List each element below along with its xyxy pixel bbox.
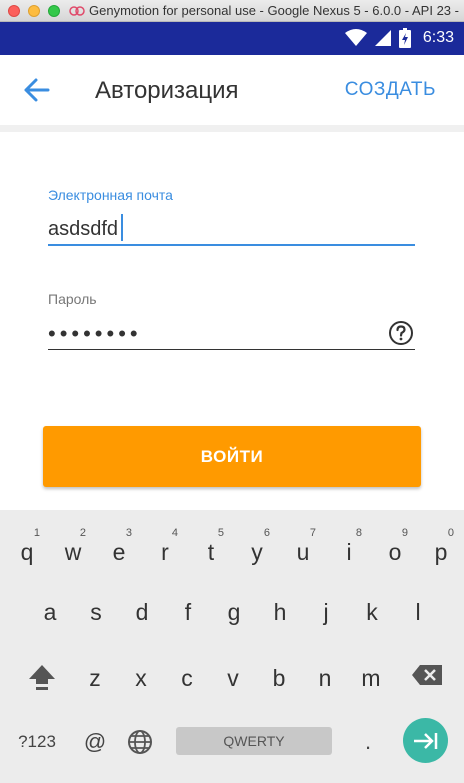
key-z[interactable]: z	[72, 648, 118, 708]
key-e[interactable]: 3e	[96, 515, 142, 575]
key-hint: 9	[401, 527, 408, 539]
key-g[interactable]: g	[211, 582, 257, 642]
key-label: a	[43, 598, 57, 625]
shift-key[interactable]	[18, 652, 66, 702]
key-k[interactable]: k	[349, 582, 395, 642]
key-c[interactable]: c	[164, 648, 210, 708]
key-label: f	[184, 598, 192, 625]
key-w[interactable]: 2w	[50, 515, 96, 575]
key-o[interactable]: 9o	[372, 515, 418, 575]
window-title-bar: Genymotion for personal use - Google Nex…	[0, 0, 464, 22]
login-button[interactable]: ВОЙТИ	[43, 426, 421, 487]
key-u[interactable]: 7u	[280, 515, 326, 575]
password-label: Пароль	[48, 291, 97, 307]
window-title: Genymotion for personal use - Google Nex…	[89, 3, 459, 18]
key-v[interactable]: v	[210, 648, 256, 708]
key-l[interactable]: l	[395, 582, 441, 642]
key-label: q	[20, 538, 34, 565]
help-icon[interactable]	[388, 320, 414, 346]
maximize-window-button[interactable]	[48, 5, 60, 17]
email-field[interactable]	[48, 214, 415, 246]
key-b[interactable]: b	[256, 648, 302, 708]
key-label: j	[323, 598, 329, 625]
key-label: v	[227, 664, 239, 691]
key-i[interactable]: 8i	[326, 515, 372, 575]
key-hint: 1	[33, 527, 40, 539]
key-hint: 2	[79, 527, 86, 539]
key-label: e	[112, 538, 126, 565]
login-form: Электронная почта Пароль ВОЙТИ	[0, 132, 464, 510]
key-label: y	[251, 538, 263, 565]
key-label: z	[89, 664, 101, 691]
text-cursor	[121, 214, 123, 241]
key-label: t	[207, 538, 215, 565]
key-label: x	[135, 664, 147, 691]
minimize-window-button[interactable]	[28, 5, 40, 17]
key-hint: 4	[171, 527, 178, 539]
shift-arrow-icon	[29, 665, 55, 690]
key-j[interactable]: j	[303, 582, 349, 642]
key-p[interactable]: 0p	[418, 515, 464, 575]
key-y[interactable]: 6y	[234, 515, 280, 575]
key-hint: 0	[447, 527, 454, 539]
key-hint: 5	[217, 527, 224, 539]
enter-key[interactable]	[403, 718, 448, 763]
period-key[interactable]: .	[358, 728, 378, 756]
key-a[interactable]: a	[27, 582, 73, 642]
key-t[interactable]: 5t	[188, 515, 234, 575]
key-n[interactable]: n	[302, 648, 348, 708]
key-label: u	[296, 538, 310, 565]
key-label: s	[90, 598, 102, 625]
language-key[interactable]	[124, 726, 156, 758]
key-label: n	[318, 664, 332, 691]
key-label: b	[272, 664, 286, 691]
back-arrow-icon[interactable]	[20, 75, 54, 105]
key-hint: 7	[309, 527, 316, 539]
email-label: Электронная почта	[48, 187, 173, 203]
soft-keyboard: 1q2w3e4r5t6y7u8i9o0p asdfghjkl zxcvbnm ?…	[0, 510, 464, 783]
create-account-button[interactable]: СОЗДАТЬ	[345, 79, 436, 101]
key-label: w	[64, 538, 82, 565]
key-label: h	[273, 598, 287, 625]
battery-charging-icon	[398, 28, 411, 48]
cell-signal-icon	[374, 30, 391, 46]
key-x[interactable]: x	[118, 648, 164, 708]
key-q[interactable]: 1q	[4, 515, 50, 575]
symbols-key[interactable]: ?123	[12, 728, 62, 756]
key-h[interactable]: h	[257, 582, 303, 642]
page-title: Авторизация	[95, 77, 239, 104]
backspace-icon	[412, 665, 442, 685]
globe-icon	[128, 730, 152, 754]
key-label: o	[388, 538, 402, 565]
key-hint: 8	[355, 527, 362, 539]
backspace-key[interactable]	[404, 650, 450, 700]
key-label: g	[227, 598, 241, 625]
key-label: k	[366, 598, 378, 625]
close-window-button[interactable]	[8, 5, 20, 17]
at-key[interactable]: @	[80, 728, 110, 756]
key-hint: 6	[263, 527, 270, 539]
key-label: m	[361, 664, 381, 691]
genymotion-logo-icon	[69, 6, 85, 16]
app-toolbar: Авторизация СОЗДАТЬ	[0, 55, 464, 125]
key-d[interactable]: d	[119, 582, 165, 642]
space-key[interactable]: QWERTY	[176, 727, 332, 755]
toolbar-divider	[0, 125, 464, 132]
key-hint: 3	[125, 527, 132, 539]
key-label: r	[161, 538, 169, 565]
key-label: p	[434, 538, 448, 565]
status-bar: 6:33	[0, 22, 464, 55]
key-r[interactable]: 4r	[142, 515, 188, 575]
enter-arrow-icon	[413, 732, 437, 749]
key-s[interactable]: s	[73, 582, 119, 642]
key-label: c	[181, 664, 193, 691]
status-time: 6:33	[422, 29, 454, 46]
key-label: d	[135, 598, 149, 625]
key-m[interactable]: m	[348, 648, 394, 708]
wifi-icon	[344, 29, 367, 46]
key-label: i	[346, 538, 352, 565]
password-field[interactable]	[48, 318, 415, 350]
key-f[interactable]: f	[165, 582, 211, 642]
key-label: l	[415, 598, 421, 625]
